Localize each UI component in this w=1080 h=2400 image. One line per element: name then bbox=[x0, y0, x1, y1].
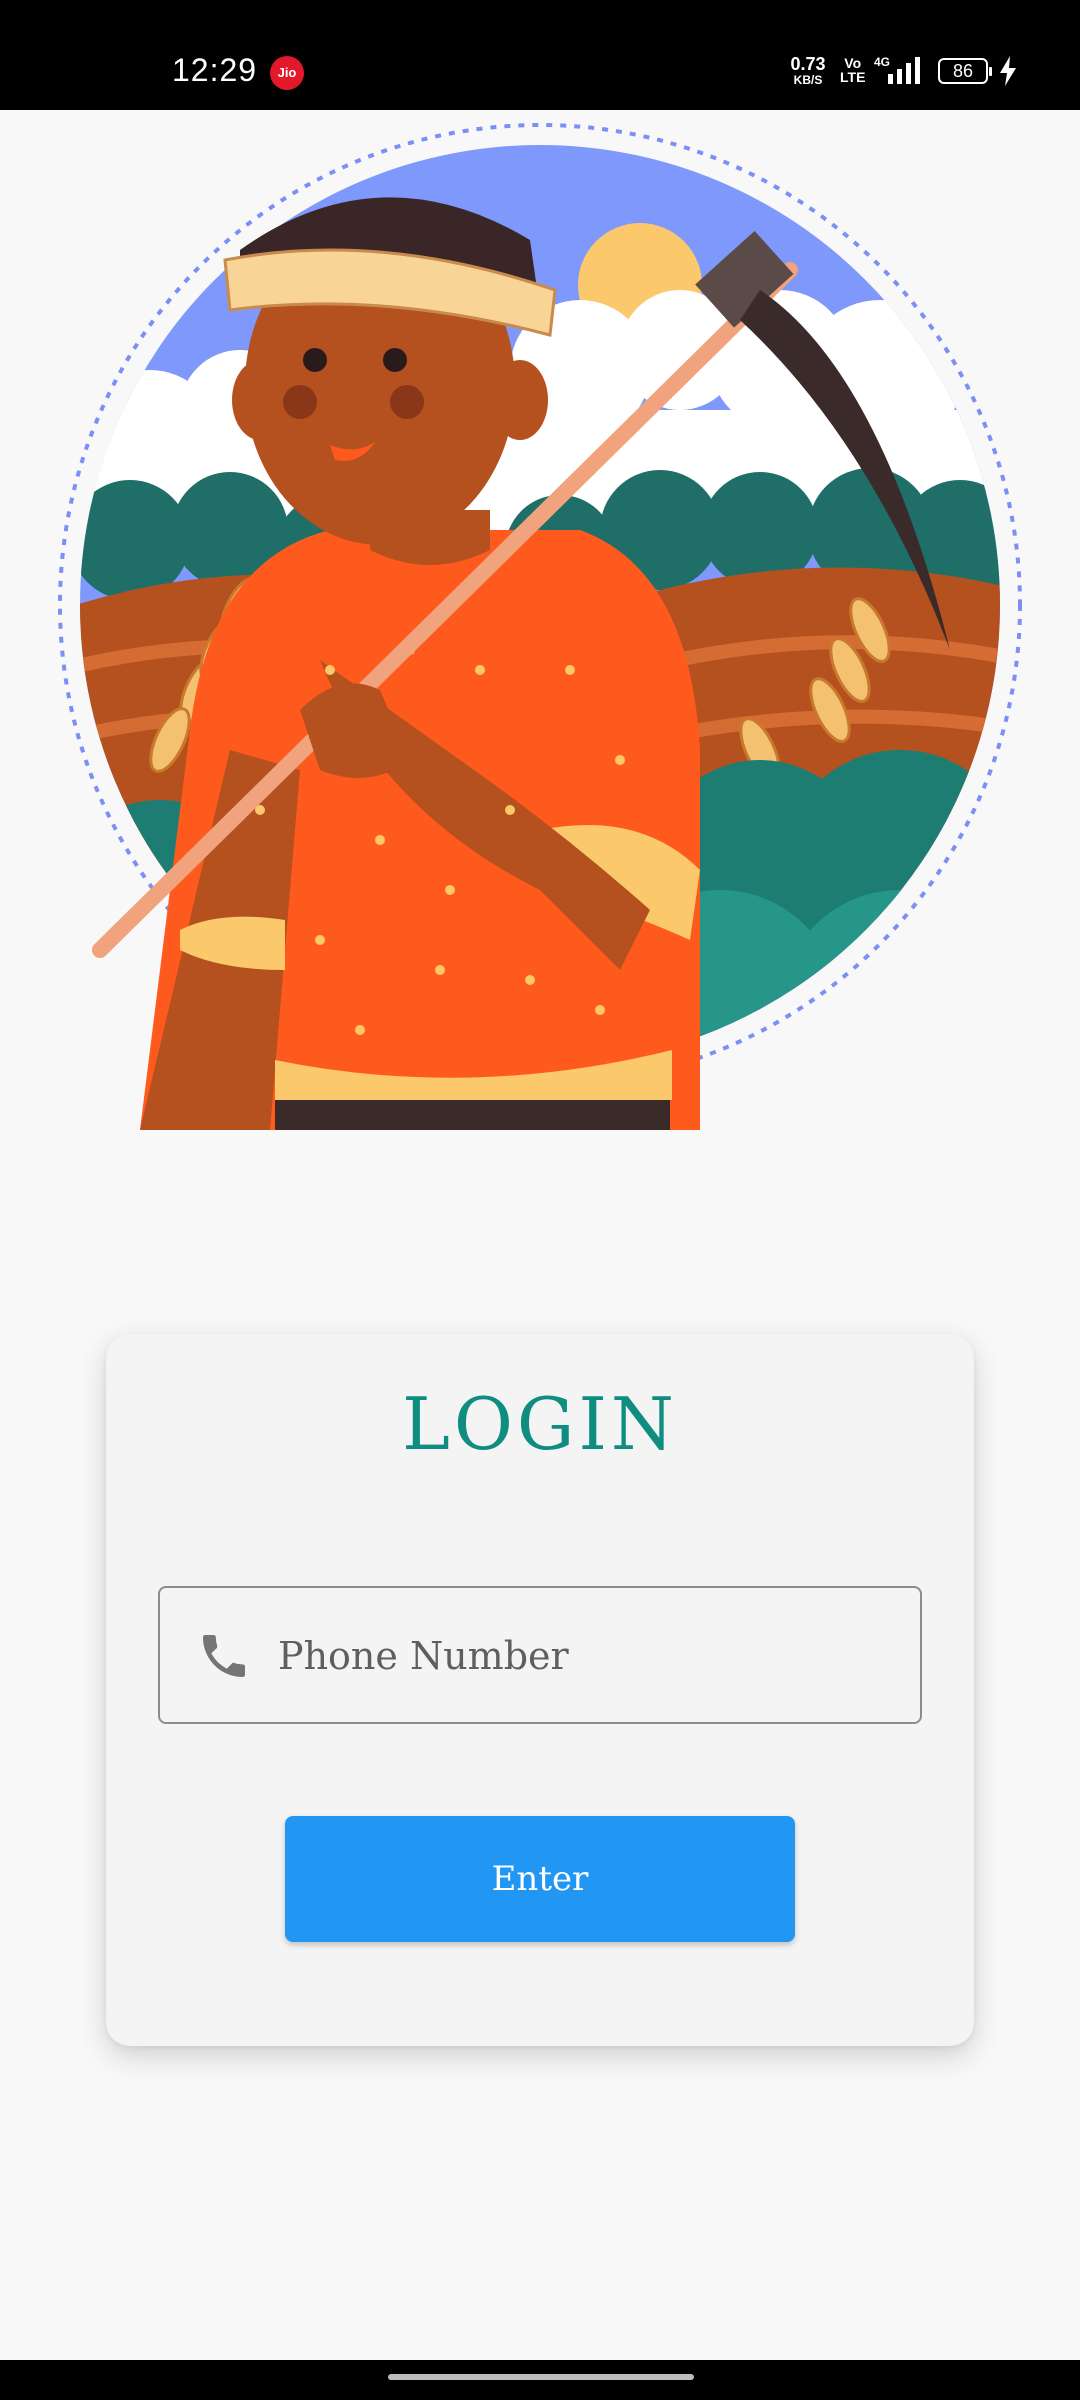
login-title: LOGIN bbox=[402, 1382, 678, 1466]
login-card: LOGIN Enter bbox=[106, 1334, 974, 2046]
phone-icon bbox=[203, 1635, 245, 1677]
battery-icon: 86 bbox=[938, 58, 992, 84]
charging-icon bbox=[1000, 56, 1016, 86]
navigation-bar bbox=[0, 2360, 1080, 2400]
status-time: 12:29 bbox=[172, 52, 258, 88]
farmer-illustration bbox=[58, 123, 1022, 1130]
phone-number-field[interactable] bbox=[158, 1586, 922, 1724]
signal-icon: 4G bbox=[874, 56, 920, 84]
network-speed-value: 0.73 bbox=[790, 54, 826, 74]
network-speed: 0.73 KB/S bbox=[786, 54, 830, 88]
network-speed-unit: KB/S bbox=[793, 73, 823, 87]
enter-button[interactable]: Enter bbox=[285, 1816, 795, 1942]
network-type: 4G bbox=[874, 56, 890, 69]
volte-bottom: LTE bbox=[840, 69, 866, 85]
carrier-badge: Jio bbox=[270, 56, 304, 90]
volte-indicator: Vo LTE bbox=[840, 56, 865, 84]
battery-level: 86 bbox=[952, 61, 974, 81]
phone-number-input[interactable] bbox=[276, 1588, 900, 1724]
home-gesture-handle[interactable] bbox=[388, 2374, 694, 2380]
status-bar: 12:29 Jio 0.73 KB/S Vo LTE 4G 86 bbox=[0, 0, 1080, 110]
